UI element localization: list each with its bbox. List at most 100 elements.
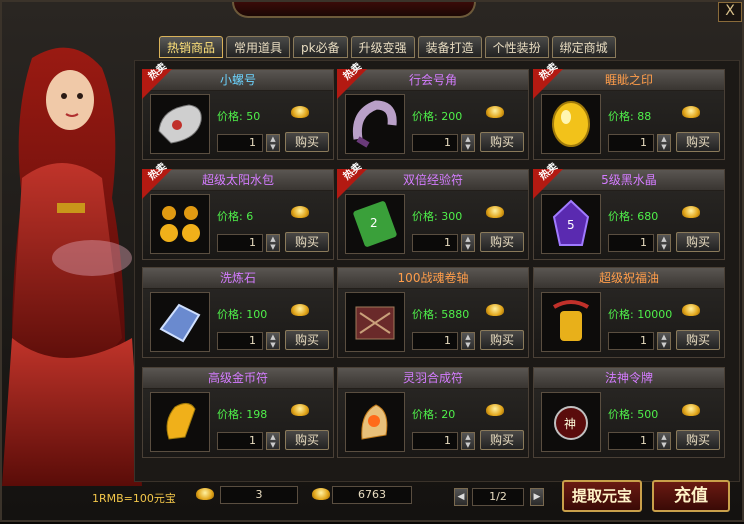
buy-button[interactable]: 购买	[285, 430, 329, 450]
prev-page-button[interactable]: ◀	[454, 488, 468, 506]
buy-button[interactable]: 购买	[480, 232, 524, 252]
item-price: 价格: 500	[608, 408, 659, 421]
item-name: 灵羽合成符	[402, 371, 463, 385]
quantity-input[interactable]: 1	[412, 332, 458, 350]
item-card: 行会号角 热卖 价格: 200 1 ▲ ▼ 购买	[337, 61, 529, 160]
item-price: 价格: 100	[217, 308, 268, 321]
item-card: 睚眦之印 热卖 价格: 88 1 ▲ ▼ 购买	[533, 61, 725, 160]
item-card: 100战魂卷轴 价格: 5880 1 ▲ ▼ 购买	[337, 267, 529, 358]
buy-button[interactable]: 购买	[480, 430, 524, 450]
buy-button[interactable]: 购买	[480, 330, 524, 350]
category-tabs: 热销商品 常用道具 pk必备 升级变强 装备打造 个性装扮 绑定商城	[159, 36, 616, 58]
tab-fashion[interactable]: 个性装扮	[484, 36, 549, 58]
tab-upgrade[interactable]: 升级变强	[350, 36, 415, 58]
item-icon[interactable]: 5	[541, 194, 601, 254]
quantity-stepper[interactable]: ▲ ▼	[461, 332, 475, 350]
quantity-stepper[interactable]: ▲ ▼	[266, 134, 280, 152]
tab-pk[interactable]: pk必备	[293, 36, 348, 58]
item-name: 超级祝福油	[598, 271, 659, 285]
yuanbao-balance: 3	[220, 486, 298, 504]
quantity-stepper[interactable]: ▲ ▼	[266, 332, 280, 350]
quantity-input[interactable]: 1	[412, 234, 458, 252]
shop-window: X 热销商品 常用道具 pk必备 升级变强 装备打造 个性装扮 绑定商城 小螺号…	[0, 0, 744, 522]
quantity-stepper[interactable]: ▲ ▼	[461, 234, 475, 252]
close-button[interactable]: X	[718, 2, 742, 22]
item-icon[interactable]: 2	[345, 194, 405, 254]
item-price: 价格: 680	[608, 210, 659, 223]
item-icon[interactable]	[150, 194, 210, 254]
item-icon[interactable]	[345, 392, 405, 452]
buy-button[interactable]: 购买	[480, 132, 524, 152]
quantity-input[interactable]: 1	[217, 134, 263, 152]
item-icon[interactable]	[345, 292, 405, 352]
yuanbao-icon	[486, 304, 504, 316]
quantity-stepper[interactable]: ▲ ▼	[461, 432, 475, 450]
buy-button[interactable]: 购买	[285, 132, 329, 152]
quantity-stepper[interactable]: ▲ ▼	[266, 234, 280, 252]
buy-button[interactable]: 购买	[676, 330, 720, 350]
recharge-button[interactable]: 充值	[652, 480, 730, 512]
item-icon[interactable]	[150, 392, 210, 452]
item-card: 高级金币符价格: 198 1 ▲ ▼ 购买	[142, 367, 334, 458]
item-icon[interactable]	[150, 292, 210, 352]
quantity-stepper[interactable]: ▲ ▼	[266, 432, 280, 450]
item-name: 洗炼石	[219, 271, 256, 285]
item-icon[interactable]	[150, 94, 210, 154]
character-portrait	[2, 38, 152, 486]
item-price: 价格: 198	[217, 408, 268, 421]
quantity-input[interactable]: 1	[412, 134, 458, 152]
quantity-stepper[interactable]: ▲ ▼	[657, 234, 671, 252]
item-card: 法神令牌神 价格: 500 1 ▲ ▼ 购买	[533, 367, 725, 458]
item-name: 100战魂卷轴	[397, 271, 469, 285]
next-page-button[interactable]: ▶	[530, 488, 544, 506]
tab-hot[interactable]: 热销商品	[159, 36, 224, 58]
svg-text:神: 神	[564, 417, 576, 431]
tab-forge[interactable]: 装备打造	[417, 36, 482, 58]
bound-yuanbao-balance: 6763	[332, 486, 412, 504]
yuanbao-icon	[291, 404, 309, 416]
item-card: 小螺号 热卖 价格: 50 1 ▲ ▼ 购买	[142, 61, 334, 160]
quantity-stepper[interactable]: ▲ ▼	[657, 432, 671, 450]
item-price: 价格: 10000	[608, 308, 673, 321]
item-price: 价格: 300	[412, 210, 463, 223]
buy-button[interactable]: 购买	[285, 330, 329, 350]
item-name: 高级金币符	[207, 371, 268, 385]
item-card: 灵羽合成符价格: 20 1 ▲ ▼ 购买	[337, 367, 529, 458]
item-icon[interactable]	[541, 292, 601, 352]
quantity-input[interactable]: 1	[608, 332, 654, 350]
quantity-input[interactable]: 1	[217, 432, 263, 450]
yuanbao-icon	[682, 404, 700, 416]
item-price: 价格: 6	[217, 210, 254, 223]
item-card: 超级祝福油价格: 10000 1 ▲ ▼ 购买	[533, 267, 725, 358]
yuanbao-icon	[486, 206, 504, 218]
item-price: 价格: 88	[608, 110, 652, 123]
footer-bar: 1RMB=100元宝 3 6763 ◀ 1/2 ▶ 提取元宝 充值	[2, 480, 744, 524]
svg-text:2: 2	[370, 216, 378, 230]
yuanbao-icon	[682, 106, 700, 118]
exchange-rate: 1RMB=100元宝	[92, 492, 176, 505]
quantity-stepper[interactable]: ▲ ▼	[657, 134, 671, 152]
buy-button[interactable]: 购买	[676, 430, 720, 450]
item-card: 双倍经验符 热卖 2 价格: 300 1 ▲ ▼ 购买	[337, 161, 529, 260]
quantity-input[interactable]: 1	[608, 134, 654, 152]
quantity-stepper[interactable]: ▲ ▼	[461, 134, 475, 152]
buy-button[interactable]: 购买	[285, 232, 329, 252]
quantity-stepper[interactable]: ▲ ▼	[657, 332, 671, 350]
item-card: 洗炼石价格: 100 1 ▲ ▼ 购买	[142, 267, 334, 358]
buy-button[interactable]: 购买	[676, 232, 720, 252]
item-price: 价格: 20	[412, 408, 456, 421]
withdraw-yuanbao-button[interactable]: 提取元宝	[562, 480, 642, 512]
item-icon[interactable]: 神	[541, 392, 601, 452]
item-name: 法神令牌	[604, 371, 653, 385]
item-icon[interactable]	[345, 94, 405, 154]
quantity-input[interactable]: 1	[217, 332, 263, 350]
quantity-input[interactable]: 1	[412, 432, 458, 450]
quantity-input[interactable]: 1	[217, 234, 263, 252]
buy-button[interactable]: 购买	[676, 132, 720, 152]
svg-text:5: 5	[567, 218, 575, 232]
tab-bound-shop[interactable]: 绑定商城	[551, 36, 616, 58]
quantity-input[interactable]: 1	[608, 234, 654, 252]
quantity-input[interactable]: 1	[608, 432, 654, 450]
item-icon[interactable]	[541, 94, 601, 154]
tab-common[interactable]: 常用道具	[226, 36, 291, 58]
